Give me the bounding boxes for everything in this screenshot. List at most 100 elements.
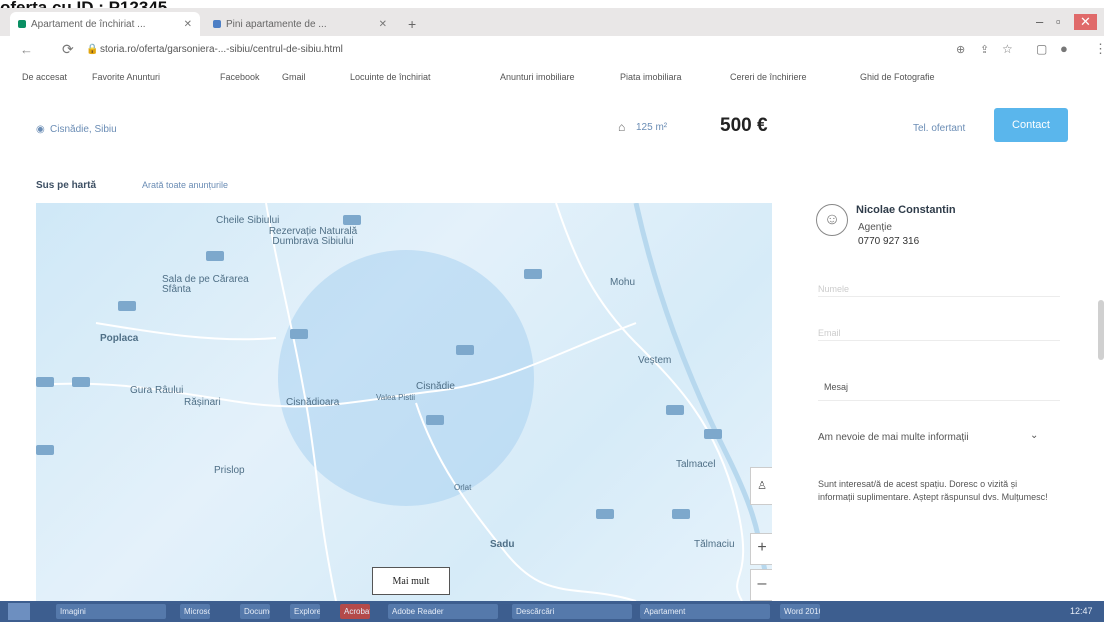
bookmark-item[interactable]: Anunturi imobiliare: [500, 72, 575, 82]
browser-tab[interactable]: Pini apartamente de ... ✕: [205, 12, 395, 36]
area-icon: ⌂: [618, 120, 626, 134]
bookmarks-bar: De accesat Favorite Anunturi Facebook Gm…: [0, 66, 1104, 91]
map-area[interactable]: Cheile Sibiului Rezervație Naturală Dumb…: [36, 203, 772, 601]
address-bar-row: ← ⟳ 🔒 storia.ro/oferta/garsoniera-...-si…: [0, 36, 1104, 67]
map-tab-active[interactable]: Sus pe hartă: [36, 180, 96, 191]
windows-taskbar: Imagini Microsoft Edge Documente Explore…: [0, 601, 1104, 622]
new-tab-button[interactable]: +: [400, 12, 422, 36]
translate-icon[interactable]: ⊕: [956, 43, 965, 56]
message-field-line: [818, 400, 1060, 401]
email-field[interactable]: Email: [818, 328, 841, 338]
listing-location[interactable]: Cisnădie, Sibiu: [50, 124, 117, 135]
tab-favicon-icon: [213, 20, 221, 28]
agent-phone[interactable]: 0770 927 316: [858, 236, 919, 247]
road-shield-icon: [666, 405, 684, 415]
zoom-out-button[interactable]: –: [750, 569, 772, 601]
agent-name: Nicolae Constantin: [856, 204, 956, 216]
tab-favicon-icon: [18, 20, 26, 28]
page-scrollbar[interactable]: [1098, 300, 1104, 360]
taskbar-item[interactable]: Microsoft Edge: [180, 604, 210, 619]
start-button-icon[interactable]: [8, 603, 30, 620]
url-field[interactable]: storia.ro/oferta/garsoniera-...-sibiu/ce…: [100, 44, 343, 55]
map-place-label: Cisnădie: [416, 381, 455, 392]
bookmark-item[interactable]: Locuinte de închiriat: [350, 72, 431, 82]
taskbar-item[interactable]: Word 2016: [780, 604, 820, 619]
menu-kebab-icon[interactable]: ⋮: [1094, 41, 1104, 57]
bookmark-item[interactable]: De accesat: [22, 72, 67, 82]
tab-label: Pini apartamente de ...: [226, 18, 327, 30]
map-place-label: Poplaca: [100, 333, 139, 344]
share-icon[interactable]: ⇪: [980, 43, 989, 56]
map-place-label: Rășinari: [184, 397, 221, 408]
back-icon[interactable]: ←: [20, 42, 33, 57]
road-shield-icon: [72, 377, 90, 387]
name-field[interactable]: Numele: [818, 284, 849, 294]
road-shield-icon: [36, 445, 54, 455]
more-button[interactable]: Mai mult: [372, 567, 450, 595]
taskbar-item[interactable]: Apartament: [640, 604, 770, 619]
message-textarea[interactable]: Sunt interesat/ă de acest spațiu. Doresc…: [818, 478, 1054, 504]
taskbar-item[interactable]: Explorer: [290, 604, 320, 619]
phone-link[interactable]: Tel. ofertant: [913, 123, 965, 134]
pegman-icon[interactable]: ♙: [750, 467, 772, 505]
map-place-label: Orlat: [454, 483, 472, 492]
map-place-label: Cisnădioara: [286, 397, 340, 408]
map-place-label: Sadu: [490, 539, 515, 550]
map-place-label: Prislop: [214, 465, 245, 476]
map-place-label: Cheile Sibiului: [216, 215, 280, 226]
profile-icon[interactable]: ●: [1060, 41, 1068, 56]
map-place-label: Valea Pistii: [376, 393, 415, 402]
road-shield-icon: [524, 269, 542, 279]
road-shield-icon: [290, 329, 308, 339]
map-place-label: Veștem: [638, 355, 672, 366]
request-dropdown[interactable]: Am nevoie de mai multe informații: [818, 432, 969, 443]
agent-type: Agenție: [858, 222, 892, 233]
road-shield-icon: [596, 509, 614, 519]
name-field-line: [818, 296, 1060, 297]
tab-close-icon[interactable]: ✕: [379, 19, 387, 30]
map-tab-link[interactable]: Arată toate anunțurile: [142, 180, 228, 190]
taskbar-item[interactable]: Descărcări: [512, 604, 632, 619]
minimize-button[interactable]: –: [1036, 14, 1043, 29]
map-place-label: Rezervație Naturală Dumbrava Sibiului: [268, 226, 358, 247]
road-shield-icon: [672, 509, 690, 519]
browser-tab-active[interactable]: Apartament de închiriat ... ✕: [10, 12, 200, 36]
map-place-label: Mohu: [610, 277, 636, 288]
bookmark-item[interactable]: Cereri de închiriere: [730, 72, 807, 82]
zoom-in-button[interactable]: +: [750, 533, 772, 565]
road-shield-icon: [704, 429, 722, 439]
bookmark-item[interactable]: Ghid de Fotografie: [860, 72, 935, 82]
tab-label: Apartament de închiriat ...: [31, 18, 146, 30]
bookmark-item[interactable]: Facebook: [220, 72, 260, 82]
location-pin-icon: ◉: [36, 124, 45, 135]
chevron-down-icon[interactable]: ⌄: [1030, 430, 1038, 441]
browser-tab-bar: Apartament de închiriat ... ✕ Pini apart…: [0, 8, 1104, 36]
contact-button[interactable]: Contact: [994, 108, 1068, 142]
close-button[interactable]: ✕: [1074, 14, 1097, 30]
taskbar-item[interactable]: Adobe Reader: [388, 604, 498, 619]
map-place-label: Gura Râului: [130, 385, 184, 396]
taskbar-item[interactable]: Imagini: [56, 604, 166, 619]
maximize-button[interactable]: ▫: [1056, 14, 1061, 29]
road-shield-icon: [118, 301, 136, 311]
road-shield-icon: [456, 345, 474, 355]
road-shield-icon: [343, 215, 361, 225]
map-place-label: Sala de pe Cărarea Sfânta: [162, 274, 249, 295]
bookmark-item[interactable]: Favorite Anunturi: [92, 72, 160, 82]
taskbar-clock[interactable]: 12:47: [1070, 606, 1093, 616]
taskbar-item[interactable]: Documente: [240, 604, 270, 619]
road-shield-icon: [36, 377, 54, 387]
listing-price: 500 €: [720, 115, 768, 136]
bookmark-item[interactable]: Piata imobiliara: [620, 72, 682, 82]
road-shield-icon: [206, 251, 224, 261]
tab-close-icon[interactable]: ✕: [184, 19, 192, 30]
map-place-label: Tălmaciu: [694, 539, 735, 550]
reload-icon[interactable]: ⟳: [62, 41, 74, 58]
bookmark-item[interactable]: Gmail: [282, 72, 306, 82]
star-icon[interactable]: ☆: [1002, 42, 1013, 56]
agent-avatar-icon: ☺: [816, 204, 848, 236]
taskbar-item[interactable]: Acrobat: [340, 604, 370, 619]
extensions-icon[interactable]: ▢: [1036, 42, 1047, 56]
listing-area: 125 m²: [636, 122, 668, 133]
map-place-label: Talmacel: [676, 459, 716, 470]
